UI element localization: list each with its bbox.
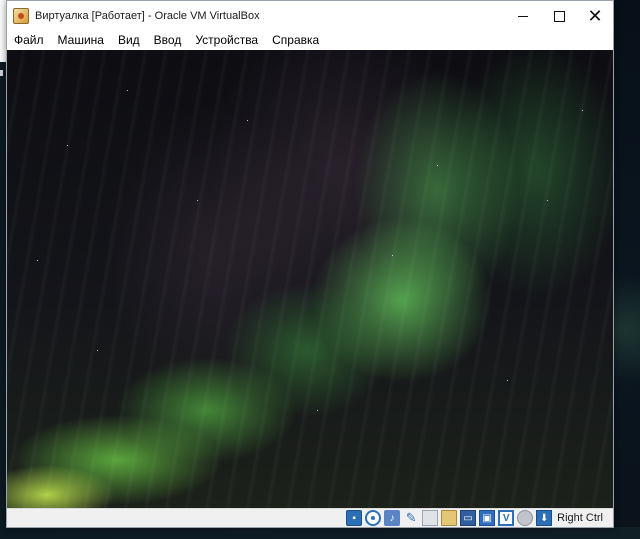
display-icon[interactable]: ▭: [460, 510, 477, 526]
optical-drive-icon[interactable]: [365, 510, 382, 526]
star: [317, 410, 318, 411]
mouse-integration-icon[interactable]: [517, 510, 534, 526]
minimize-button[interactable]: [505, 1, 541, 31]
close-icon: ✕: [587, 6, 603, 26]
aurora-rays: [7, 50, 613, 508]
star: [97, 350, 98, 351]
star: [247, 120, 248, 121]
video-capture-icon[interactable]: ▣: [479, 510, 496, 526]
star: [547, 200, 548, 201]
close-button[interactable]: ✕: [577, 1, 613, 31]
star: [127, 90, 128, 91]
star: [582, 110, 583, 111]
title-bar[interactable]: Виртуалка [Работает] - Oracle VM Virtual…: [7, 1, 613, 31]
guest-display[interactable]: [7, 50, 613, 508]
star: [37, 260, 38, 261]
keyboard-capture-icon[interactable]: ⬇: [536, 510, 553, 526]
virtualbox-app-icon[interactable]: [13, 8, 29, 24]
shared-folders-icon[interactable]: [441, 510, 458, 526]
star: [507, 380, 508, 381]
menu-input[interactable]: Ввод: [147, 31, 189, 50]
menu-file[interactable]: Файл: [7, 31, 51, 50]
star: [437, 165, 438, 166]
minimize-icon: [518, 15, 528, 17]
virtualbox-window: Виртуалка [Работает] - Oracle VM Virtual…: [6, 0, 614, 528]
host-key-label: Right Ctrl: [557, 512, 603, 524]
maximize-button[interactable]: [541, 1, 577, 31]
menu-help[interactable]: Справка: [265, 31, 326, 50]
menu-bar: Файл Машина Вид Ввод Устройства Справка: [7, 31, 613, 50]
star: [197, 200, 198, 201]
menu-view[interactable]: Вид: [111, 31, 147, 50]
menu-devices[interactable]: Устройства: [188, 31, 265, 50]
window-controls: ✕: [505, 1, 613, 31]
status-bar: ▪ ♪ ✎ ▭ ▣ V ⬇ Right Ctrl: [7, 508, 613, 527]
maximize-icon: [553, 10, 565, 22]
desktop-bottom-edge: [0, 527, 640, 539]
virtualization-icon[interactable]: V: [498, 510, 515, 526]
network-icon[interactable]: ✎: [403, 510, 419, 526]
usb-icon[interactable]: [422, 510, 439, 526]
desktop-mark: [0, 70, 3, 76]
window-title: Виртуалка [Работает] - Oracle VM Virtual…: [35, 10, 260, 22]
star: [392, 255, 393, 256]
audio-icon[interactable]: ♪: [384, 510, 401, 526]
star: [67, 145, 68, 146]
menu-machine[interactable]: Машина: [51, 31, 111, 50]
hard-disk-icon[interactable]: ▪: [346, 510, 363, 526]
